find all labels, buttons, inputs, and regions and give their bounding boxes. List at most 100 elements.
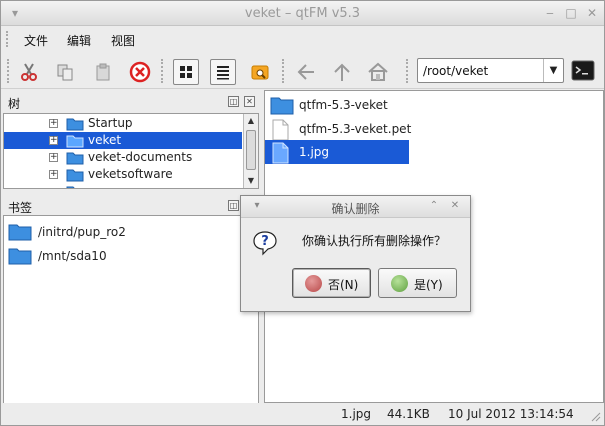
no-button[interactable]: 否(N) bbox=[292, 268, 371, 298]
tree-item-selected[interactable]: + veket bbox=[4, 132, 242, 149]
expand-icon[interactable]: + bbox=[49, 119, 58, 128]
maximize-button[interactable]: □ bbox=[563, 5, 579, 21]
tree-item-label: Startup bbox=[88, 116, 133, 130]
scrollbar-thumb[interactable] bbox=[246, 130, 256, 170]
icon-view-button[interactable] bbox=[173, 59, 199, 85]
file-icon bbox=[272, 142, 289, 164]
scroll-up-icon[interactable]: ▲ bbox=[244, 114, 258, 128]
file-label: 1.jpg bbox=[299, 145, 330, 159]
chevron-down-icon[interactable]: ▼ bbox=[543, 59, 563, 82]
menu-view[interactable]: 视图 bbox=[111, 32, 135, 49]
file-item-selected[interactable]: 1.jpg bbox=[265, 140, 409, 164]
minimize-button[interactable]: ‒ bbox=[542, 5, 558, 21]
toolbar-separator bbox=[406, 59, 408, 83]
svg-text:?: ? bbox=[261, 234, 269, 249]
expand-icon[interactable]: + bbox=[49, 153, 58, 162]
tree-item[interactable]: + veket-documents bbox=[4, 149, 242, 166]
path-combobox[interactable]: /root/veket ▼ bbox=[417, 58, 564, 83]
list-view-button[interactable] bbox=[210, 59, 236, 85]
file-label: qtfm-5.3-veket.pet bbox=[299, 122, 412, 136]
scissors-icon bbox=[21, 63, 37, 81]
toolbar-grip bbox=[7, 59, 9, 83]
file-icon bbox=[272, 119, 289, 141]
close-pane-button[interactable]: ✕ bbox=[244, 96, 255, 107]
path-input[interactable]: /root/veket bbox=[423, 64, 488, 78]
folder-search-icon bbox=[251, 65, 269, 80]
file-label: qtfm-5.3-veket bbox=[299, 98, 388, 112]
float-pane-button[interactable]: ◫ bbox=[228, 200, 239, 211]
dialog-maximize-button[interactable]: ⌃ bbox=[428, 200, 440, 212]
tree-item-label: veket-documents bbox=[88, 150, 193, 164]
copy-button[interactable] bbox=[52, 59, 78, 85]
resize-grip-icon bbox=[591, 412, 601, 422]
paste-icon bbox=[96, 63, 110, 81]
file-item[interactable]: qtfm-5.3-veket.pet bbox=[265, 117, 412, 141]
status-bar: 1.jpg 44.1KB 10 Jul 2012 13:14:54 bbox=[1, 403, 604, 425]
tree-pane-title: 树 bbox=[8, 97, 21, 111]
home-button[interactable] bbox=[365, 59, 391, 85]
menu-grip bbox=[6, 31, 10, 47]
folder-icon bbox=[8, 248, 32, 265]
close-window-button[interactable]: ✕ bbox=[584, 5, 600, 21]
tree-scrollbar[interactable]: ▲ ▼ bbox=[243, 114, 258, 188]
menu-bar: 文件 编辑 视图 bbox=[1, 27, 604, 51]
bookmarks-pane-title: 书签 bbox=[8, 201, 33, 215]
tree-item[interactable]: + veketsoftware bbox=[4, 166, 242, 183]
window-title: veket – qtFM v5.3 bbox=[244, 6, 361, 21]
qtfm-window: ▾ veket – qtFM v5.3 ‒ □ ✕ 文件 编辑 视图 /root… bbox=[0, 0, 605, 426]
yes-button[interactable]: 是(Y) bbox=[378, 268, 457, 298]
up-button[interactable] bbox=[329, 59, 355, 85]
yes-button-label: 是(Y) bbox=[414, 278, 443, 292]
grid-icon bbox=[180, 66, 192, 78]
bookmarks-list[interactable]: /initrd/pup_ro2 /mnt/sda10 bbox=[3, 215, 259, 405]
question-icon: ? bbox=[253, 231, 277, 256]
toolbar-separator bbox=[161, 59, 163, 83]
bookmarks-pane-header: 书签 ◫ ✕ bbox=[3, 197, 259, 215]
folder-tree[interactable]: + Startup + veket + veket-documents + ve… bbox=[3, 113, 259, 189]
no-button-label: 否(N) bbox=[328, 278, 359, 292]
delete-button[interactable] bbox=[127, 59, 153, 85]
status-size: 44.1KB bbox=[387, 407, 430, 421]
expand-icon[interactable]: + bbox=[49, 136, 58, 145]
folder-icon bbox=[8, 224, 32, 241]
copy-icon bbox=[57, 64, 73, 81]
confirm-delete-dialog: ▾ 确认删除 ⌃ ✕ ? 你确认执行所有删除操作？ 否(N) 是(Y) bbox=[240, 195, 471, 312]
no-ball-icon bbox=[305, 275, 322, 292]
bookmark-item[interactable]: /mnt/sda10 bbox=[4, 245, 258, 267]
file-item[interactable]: qtfm-5.3-veket bbox=[265, 93, 409, 117]
bookmark-item[interactable]: /initrd/pup_ro2 bbox=[4, 221, 258, 243]
detail-view-button[interactable] bbox=[247, 59, 273, 85]
scroll-down-icon[interactable]: ▼ bbox=[244, 174, 258, 188]
status-date: 10 Jul 2012 13:14:54 bbox=[448, 407, 574, 421]
tree-item-label: veket bbox=[88, 133, 122, 147]
dialog-title-bar: ▾ 确认删除 ⌃ ✕ bbox=[241, 196, 470, 218]
delete-icon bbox=[129, 61, 151, 83]
expand-icon[interactable]: + bbox=[49, 170, 58, 179]
home-icon bbox=[368, 62, 388, 81]
folder-icon bbox=[66, 186, 75, 188]
terminal-icon bbox=[571, 60, 595, 81]
folder-icon bbox=[66, 118, 84, 131]
back-arrow-icon bbox=[297, 64, 314, 80]
menu-file[interactable]: 文件 bbox=[24, 32, 48, 49]
bookmark-label: /initrd/pup_ro2 bbox=[38, 225, 126, 239]
terminal-button[interactable] bbox=[570, 58, 596, 83]
folder-icon bbox=[66, 135, 84, 148]
folder-icon bbox=[270, 97, 294, 115]
tree-item[interactable]: + Startup bbox=[4, 115, 242, 132]
cut-button[interactable] bbox=[16, 59, 42, 85]
status-filename: 1.jpg bbox=[341, 407, 372, 421]
folder-icon bbox=[66, 169, 84, 182]
tree-item-label: veketsoftware bbox=[88, 167, 173, 181]
paste-button[interactable] bbox=[90, 59, 116, 85]
menu-edit[interactable]: 编辑 bbox=[67, 32, 91, 49]
list-icon bbox=[217, 66, 229, 80]
up-arrow-icon bbox=[334, 63, 350, 81]
bookmark-label: /mnt/sda10 bbox=[38, 249, 107, 263]
float-pane-button[interactable]: ◫ bbox=[228, 96, 239, 107]
tree-item-partial[interactable] bbox=[4, 183, 242, 188]
title-bar: ▾ veket – qtFM v5.3 ‒ □ ✕ bbox=[1, 1, 604, 26]
tree-pane-header: 树 ◫ ✕ bbox=[3, 93, 259, 111]
back-button[interactable] bbox=[293, 59, 319, 85]
dialog-close-button[interactable]: ✕ bbox=[449, 200, 461, 212]
